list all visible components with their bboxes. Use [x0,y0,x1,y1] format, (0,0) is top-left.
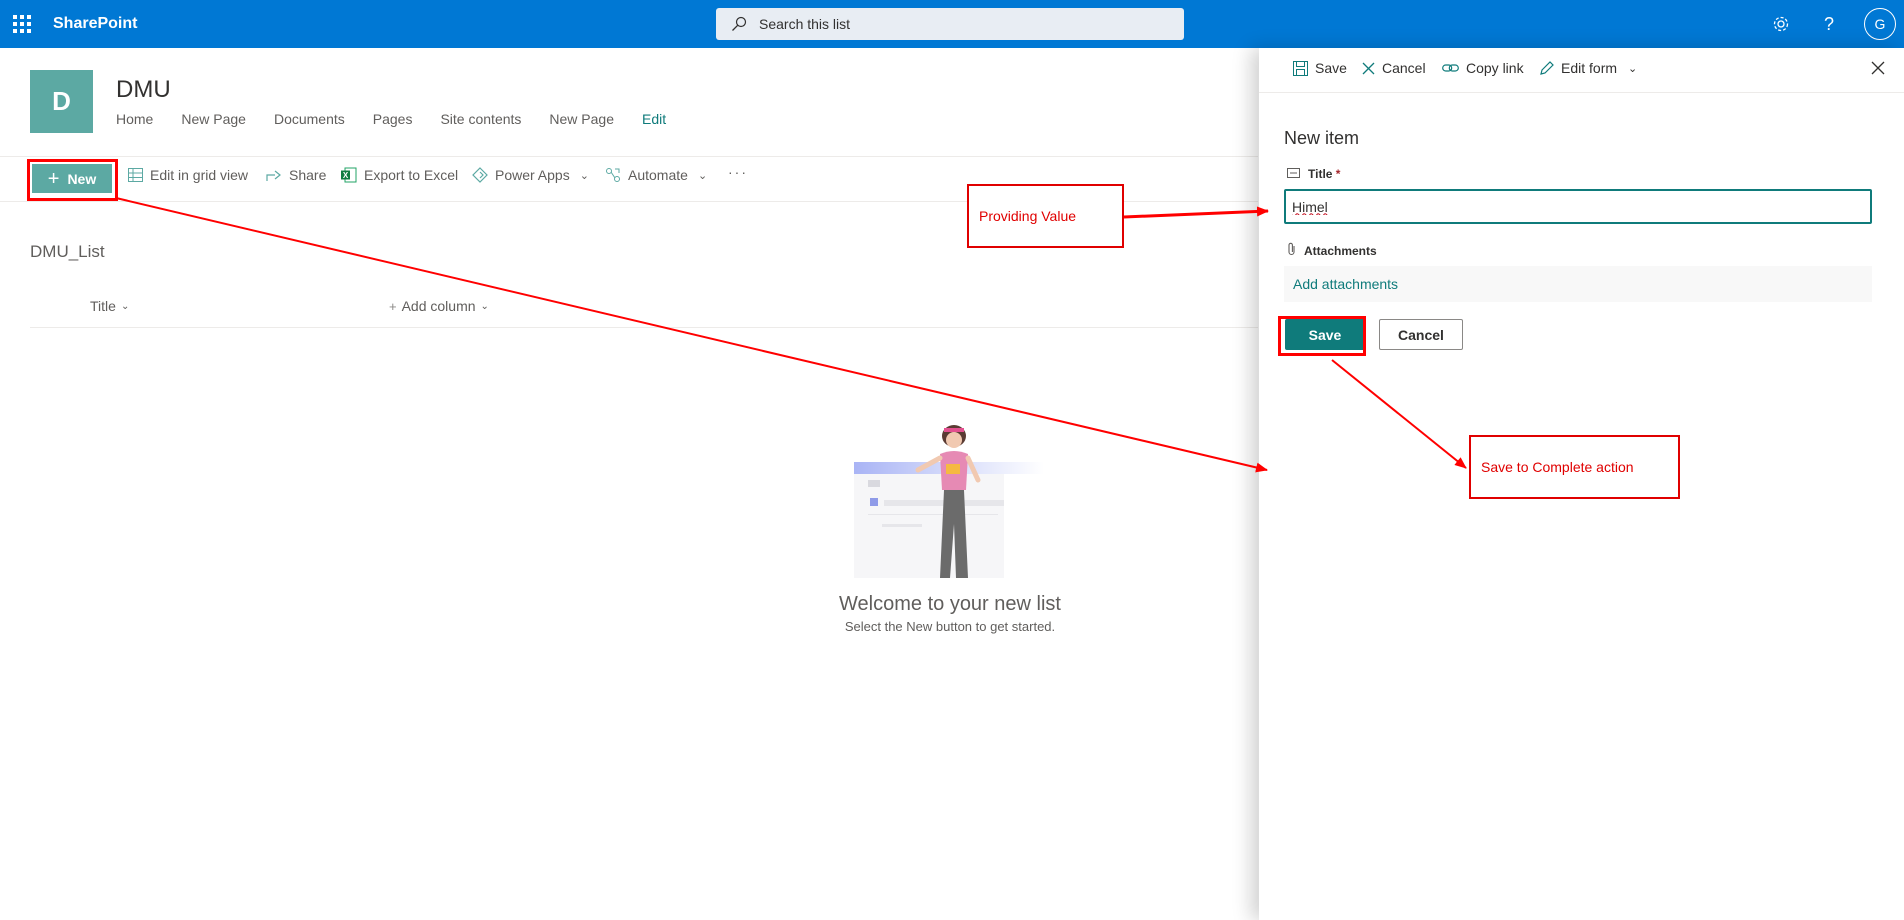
panel-cancel-command[interactable]: Cancel [1362,60,1426,76]
header-divider [0,156,1258,157]
title-label-text: Title [1308,167,1333,181]
edit-grid-view-button[interactable]: Edit in grid view [128,167,248,183]
save-button-highlight [1278,316,1366,356]
svg-text:X: X [343,171,349,180]
power-apps-button[interactable]: Power Apps ⌄ [472,167,589,183]
cancel-x-icon [1362,62,1375,75]
attachments-label: Attachments [1287,242,1377,259]
text-field-icon [1287,167,1300,181]
app-launcher-icon[interactable] [12,14,32,34]
chevron-down-icon: ⌄ [1628,62,1638,75]
export-excel-label: Export to Excel [364,167,459,183]
arrow-callout-to-title [1123,206,1269,219]
copy-link-command[interactable]: Copy link [1442,60,1524,76]
chevron-down-icon: ⌄ [120,300,130,312]
list-title[interactable]: DMU_List [30,242,105,262]
nav-home[interactable]: Home [116,111,153,127]
panel-command-bar: Save Cancel Copy link Edit form ⌄ [1259,48,1904,92]
title-field-label: Title * [1287,167,1340,181]
automate-icon [605,167,621,183]
save-complete-callout: Save to Complete action [1469,435,1680,499]
power-apps-icon [472,167,488,183]
user-avatar[interactable]: G [1864,8,1896,40]
app-name[interactable]: SharePoint [53,15,137,33]
pencil-icon [1539,60,1554,76]
link-icon [1442,62,1459,74]
panel-save-command[interactable]: Save [1293,60,1347,76]
empty-list-illustration [854,425,1044,578]
nav-site-contents[interactable]: Site contents [440,111,521,127]
empty-state-title: Welcome to your new list [839,593,1061,615]
grid-icon [128,168,143,182]
share-button[interactable]: Share [266,167,326,183]
nav-new-page-2[interactable]: New Page [549,111,614,127]
save-icon [1293,60,1308,76]
site-title[interactable]: DMU [116,76,171,104]
chevron-down-icon: ⌄ [697,169,708,182]
plus-icon: + [389,298,397,314]
attachments-label-text: Attachments [1304,243,1377,258]
chevron-down-icon: ⌄ [579,169,589,182]
help-icon[interactable]: ? [1815,10,1843,38]
share-label: Share [289,167,327,183]
column-header-title[interactable]: Title ⌄ [90,298,129,314]
paperclip-icon [1287,242,1296,259]
close-panel-icon[interactable] [1871,58,1885,81]
search-box[interactable] [716,8,1184,40]
chevron-down-icon: ⌄ [480,300,489,312]
export-excel-button[interactable]: X Export to Excel [341,167,458,183]
column-header-divider [30,327,1258,328]
edit-grid-view-label: Edit in grid view [150,167,249,183]
column-header-title-label: Title [90,298,116,314]
providing-value-callout: Providing Value [967,184,1124,248]
panel-heading: New item [1284,128,1360,148]
add-attachments-link[interactable]: Add attachments [1293,276,1398,292]
edit-form-label: Edit form [1561,60,1618,76]
add-column-label: Add column [401,298,476,314]
cancel-button[interactable]: Cancel [1379,319,1463,350]
title-input[interactable] [1284,189,1872,224]
empty-state-subtitle: Select the New button to get started. [844,619,1056,634]
site-logo[interactable]: D [30,70,93,133]
search-input[interactable] [759,8,1159,40]
settings-gear-icon[interactable] [1767,10,1795,38]
edit-form-command[interactable]: Edit form ⌄ [1539,60,1637,76]
nav-new-page[interactable]: New Page [181,111,246,127]
power-apps-label: Power Apps [495,167,570,183]
panel-cancel-label: Cancel [1382,60,1426,76]
nav-documents[interactable]: Documents [274,111,345,127]
share-icon [266,168,282,182]
nav-edit[interactable]: Edit [642,111,666,127]
site-navigation: Home New Page Documents Pages Site conte… [116,111,694,127]
panel-divider [1259,92,1904,93]
automate-label: Automate [628,167,688,183]
automate-button[interactable]: Automate ⌄ [605,167,707,183]
more-options-button[interactable]: ··· [728,164,748,180]
add-column-button[interactable]: + Add column ⌄ [389,298,489,314]
new-button-highlight [27,159,118,201]
required-marker: * [1335,167,1341,181]
suite-bar: SharePoint ? G [0,0,1904,48]
excel-icon: X [341,167,357,183]
panel-save-label: Save [1315,60,1347,76]
copy-link-label: Copy link [1466,60,1524,76]
nav-pages[interactable]: Pages [373,111,413,127]
search-icon [732,16,747,31]
